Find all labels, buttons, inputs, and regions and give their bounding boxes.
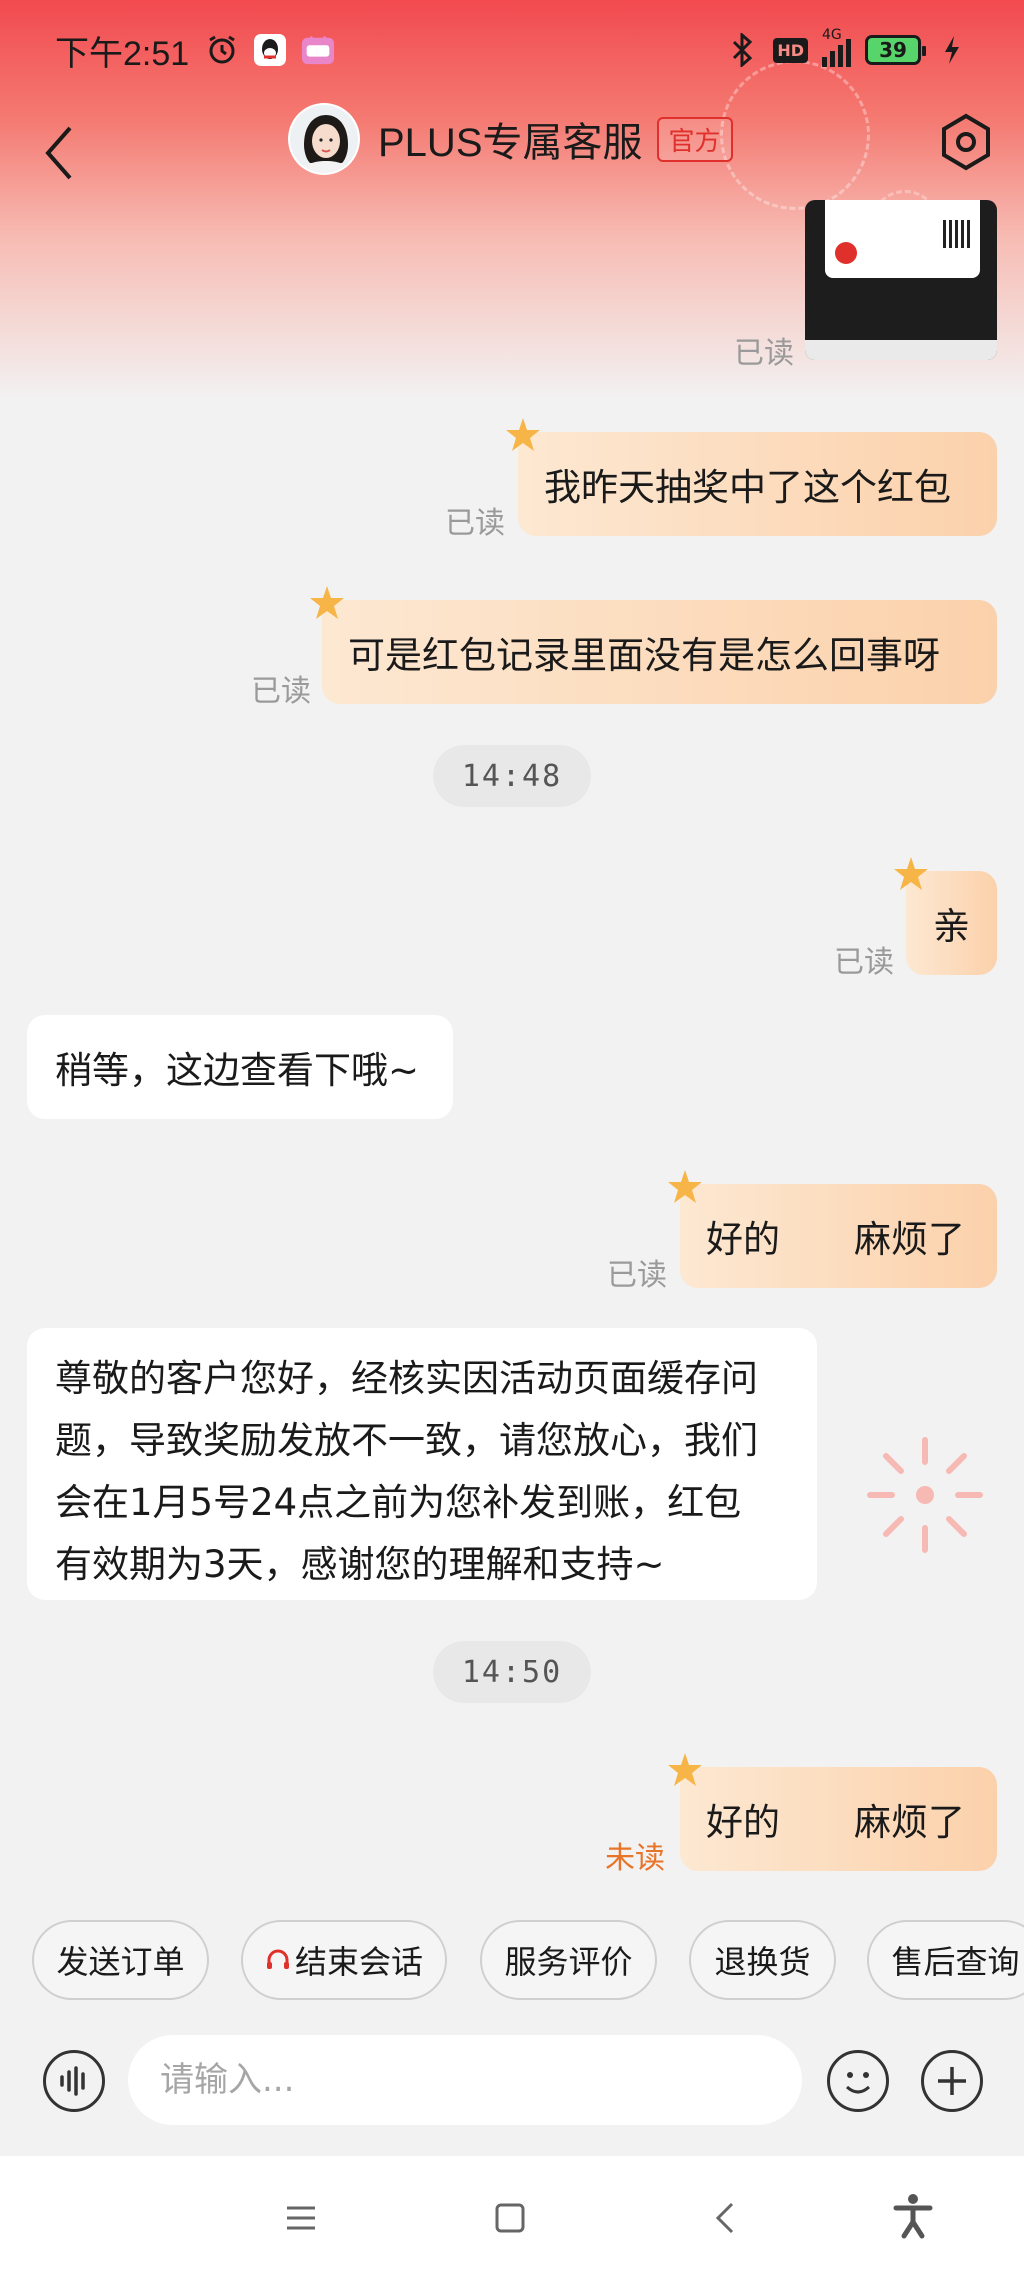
quick-actions: 发送订单 结束会话 服务评价 退换货 售后查询 [0, 1920, 1024, 2002]
quick-end-session-button[interactable]: 结束会话 [241, 1920, 447, 2000]
quick-action-label: 服务评价 [504, 1943, 633, 1981]
time-text: 14:48 [461, 758, 563, 794]
quick-action-label: 结束会话 [294, 1943, 423, 1981]
smiley-icon [845, 2072, 871, 2094]
message-text-line: 题，导致奖励发放不一致，请您放心，我们 [55, 1419, 758, 1462]
message-text-line: 有效期为3天，感谢您的理解和支持~ [55, 1543, 665, 1586]
message-text: 稍等，这边查看下哦~ [55, 1049, 420, 1092]
voice-button[interactable] [43, 2050, 105, 2112]
message-bubble-incoming[interactable]: 尊敬的客户您好，经核实因活动页面缓存问 题，导致奖励发放不一致，请您放心，我们 … [27, 1328, 817, 1600]
home-square-icon [495, 2203, 525, 2233]
image-bottom-bar [805, 340, 997, 360]
star-decoration-icon [668, 1170, 702, 1203]
image-message[interactable] [805, 200, 997, 360]
message-bubble-outgoing[interactable]: 好的 麻烦了 [668, 1170, 997, 1288]
quick-action-label: 退换货 [714, 1943, 811, 1981]
quick-send-order-button[interactable]: 发送订单 [32, 1920, 209, 2000]
message-bubble-outgoing[interactable]: 好的 麻烦了 [668, 1753, 997, 1871]
system-navigation-bar [0, 2156, 1024, 2276]
quick-action-label: 发送订单 [56, 1943, 185, 1981]
star-decoration-icon [894, 857, 928, 890]
message-bubble-outgoing[interactable]: 亲 [894, 857, 997, 975]
more-button[interactable] [921, 2050, 983, 2112]
accessibility-button[interactable] [888, 2190, 938, 2240]
read-status: 已读 [834, 945, 894, 980]
home-button[interactable] [488, 2196, 532, 2240]
time-text: 14:50 [461, 1654, 563, 1690]
firework-decoration-icon [867, 1437, 983, 1553]
qr-code-icon [943, 220, 971, 248]
emoji-button[interactable] [827, 2050, 889, 2112]
menu-button[interactable] [279, 2196, 323, 2240]
system-back-button[interactable] [704, 2196, 748, 2240]
image-thumbnail [825, 200, 980, 278]
message-text-line: 尊敬的客户您好，经核实因活动页面缓存问 [55, 1357, 758, 1400]
chat-messages[interactable]: 已读 我昨天抽奖中了这个红包 已读 可是红包记录里面没有是怎么回事呀 已读 14… [0, 0, 1024, 1880]
accessibility-icon [893, 2194, 933, 2239]
message-text: 好的 麻烦了 [706, 1801, 965, 1844]
quick-action-label: 售后查询 [891, 1943, 1020, 1981]
message-bubble-incoming[interactable]: 稍等，这边查看下哦~ [27, 1015, 453, 1119]
quick-after-sales-button[interactable]: 售后查询 [867, 1920, 1024, 2000]
time-divider: 14:48 [433, 745, 591, 807]
message-text: 我昨天抽奖中了这个红包 [544, 466, 951, 509]
unread-status: 未读 [605, 1841, 665, 1876]
jd-logo-icon [835, 242, 857, 264]
quick-return-exchange-button[interactable]: 退换货 [689, 1920, 836, 2000]
input-bar [0, 2030, 1024, 2130]
read-status: 已读 [445, 506, 505, 541]
message-text: 可是红包记录里面没有是怎么回事呀 [348, 634, 940, 677]
star-decoration-icon [506, 418, 540, 451]
message-text: 亲 [933, 905, 970, 948]
message-text: 好的 麻烦了 [706, 1218, 965, 1261]
menu-icon [287, 2206, 315, 2230]
star-decoration-icon [668, 1753, 702, 1786]
voice-wave-icon [60, 2066, 85, 2096]
star-decoration-icon [310, 586, 344, 619]
message-input[interactable] [128, 2035, 802, 2125]
message-bubble-outgoing[interactable]: 我昨天抽奖中了这个红包 [506, 418, 997, 536]
read-status: 已读 [607, 1258, 667, 1293]
headset-icon [266, 1949, 289, 1969]
message-text-line: 会在1月5号24点之前为您补发到账，红包 [55, 1481, 742, 1524]
read-status: 已读 [251, 674, 311, 709]
plus-icon [938, 2067, 966, 2095]
message-bubble-outgoing[interactable]: 可是红包记录里面没有是怎么回事呀 [310, 586, 997, 704]
quick-service-rating-button[interactable]: 服务评价 [480, 1920, 657, 2000]
back-arrow-icon [715, 2202, 734, 2234]
time-divider: 14:50 [433, 1641, 591, 1703]
read-status: 已读 [734, 336, 794, 371]
